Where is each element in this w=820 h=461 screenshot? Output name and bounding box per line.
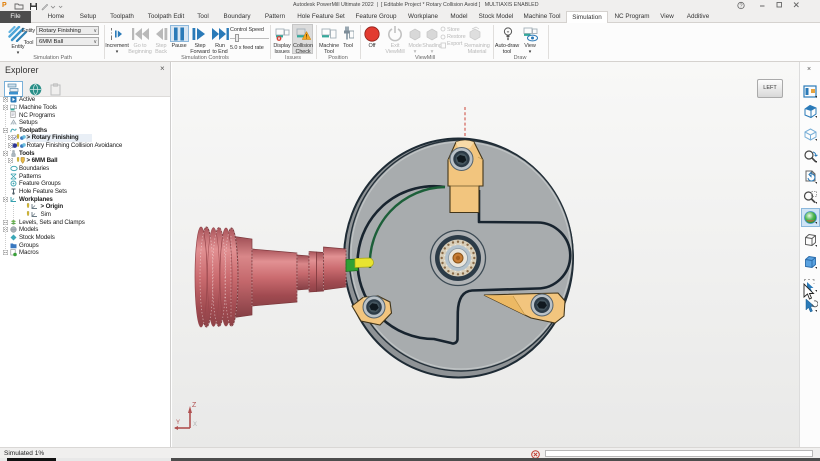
svg-text:X: X (193, 422, 197, 428)
svg-text:?: ? (739, 4, 742, 10)
svg-text:Z: Z (192, 402, 197, 409)
svg-text:Y: Y (176, 420, 180, 426)
